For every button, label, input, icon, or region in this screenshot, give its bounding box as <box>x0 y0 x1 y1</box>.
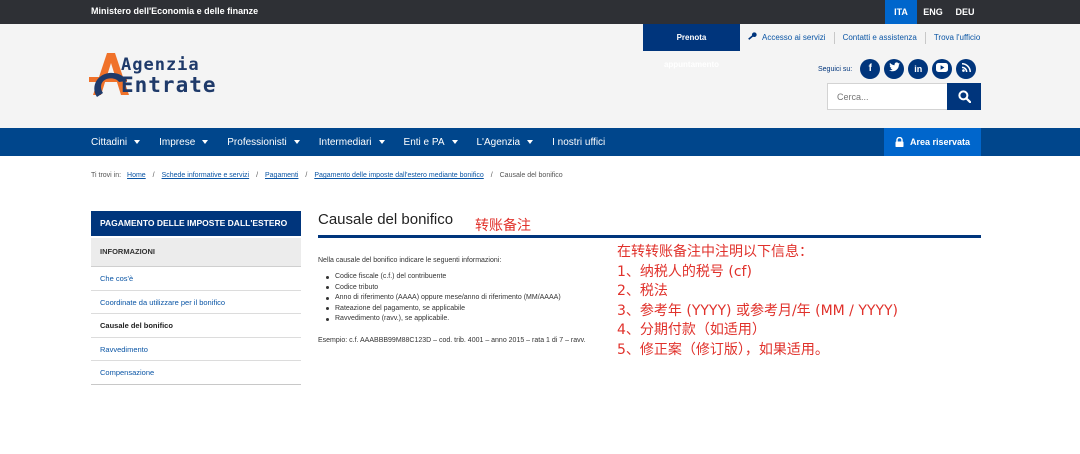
sidebar-title[interactable]: PAGAMENTO DELLE IMPOSTE DALL'ESTERO <box>91 211 301 236</box>
breadcrumb-pagamento-estero-link[interactable]: Pagamento delle imposte dall'estero medi… <box>314 172 483 179</box>
annotation-line: 在转转账备注中注明以下信息： <box>617 244 813 260</box>
chevron-down-icon <box>527 140 534 144</box>
area-riservata-button[interactable]: Area riservata <box>884 128 981 156</box>
language-switcher: ITA ENG DEU <box>885 0 981 24</box>
rss-glyph <box>961 63 971 72</box>
accesso-servizi-link[interactable]: Accesso ai servizi <box>740 24 834 51</box>
social-links: Seguici su: f in <box>818 59 977 79</box>
list-item: Ravvedimento (ravv.), se applicabile. <box>326 314 561 325</box>
nav-label: I nostri uffici <box>552 136 606 148</box>
chevron-down-icon <box>202 140 209 144</box>
annotation-line: 3、参考年 (YYYY) 或参考月/年 (MM / YYYY) <box>617 302 899 319</box>
linkedin-icon[interactable]: in <box>908 59 929 79</box>
social-label: Seguici su: <box>818 65 853 73</box>
logo-line-2: Entrate <box>121 73 217 97</box>
info-list: Codice fiscale (c.f.) del contribuente C… <box>326 272 561 325</box>
breadcrumb-separator: / <box>305 172 308 179</box>
utility-links: Prenota appuntamento Accesso ai servizi … <box>643 24 988 69</box>
search-input[interactable] <box>827 83 947 110</box>
nav-item-imprese[interactable]: Imprese <box>159 136 209 148</box>
area-riservata-label: Area riservata <box>909 137 971 147</box>
contatti-link[interactable]: Contatti e assistenza <box>835 24 925 51</box>
breadcrumb-schede-link[interactable]: Schede informative e servizi <box>162 172 250 179</box>
page-title: Causale del bonifico <box>318 211 454 228</box>
top-bar: Ministero dell'Economia e delle finanze … <box>0 0 1080 24</box>
lang-deu[interactable]: DEU <box>949 0 981 24</box>
chevron-down-icon <box>134 140 141 144</box>
lock-icon <box>895 137 904 147</box>
nav-item-enti-pa[interactable]: Enti e PA <box>404 137 458 148</box>
sidebar-item-ravvedimento[interactable]: Ravvedimento <box>91 338 301 361</box>
sidebar-item-che-cose[interactable]: Che cos'è <box>91 267 301 291</box>
site-header: Agenzia Entrate Prenota appuntamento Acc… <box>0 24 1080 128</box>
chinese-annotation: 在转转账备注中注明以下信息： 1、纳税人的税号 (cf) 2、税法 3、参考年 … <box>617 243 898 361</box>
accesso-servizi-label: Accesso ai servizi <box>762 33 826 42</box>
nav-label: Intermediari <box>318 136 372 148</box>
breadcrumb-home-link[interactable]: Home <box>127 172 146 179</box>
youtube-icon[interactable] <box>932 59 953 79</box>
title-annotation: 转账备注 <box>475 218 531 234</box>
nav-menu: Cittadini Imprese Professionisti Interme… <box>91 128 624 156</box>
annotation-line: 2、税法 <box>617 283 668 300</box>
main-navigation: Cittadini Imprese Professionisti Interme… <box>0 128 1080 156</box>
sidebar-item-compensazione[interactable]: Compensazione <box>91 361 301 385</box>
breadcrumb-separator: / <box>152 172 155 179</box>
facebook-icon[interactable]: f <box>860 59 881 79</box>
list-item: Codice tributo <box>326 283 561 294</box>
key-icon <box>748 32 757 40</box>
chevron-down-icon <box>451 140 458 144</box>
nav-label: Enti e PA <box>403 136 445 148</box>
breadcrumb-separator: / <box>490 172 493 179</box>
logo-line-1: Agenzia <box>121 55 200 75</box>
lang-ita[interactable]: ITA <box>885 0 917 24</box>
annotation-line: 4、分期付款（如适用） <box>617 322 766 339</box>
ministry-label[interactable]: Ministero dell'Economia e delle finanze <box>91 6 258 16</box>
nav-label: Cittadini <box>91 136 128 148</box>
youtube-play-glyph <box>936 63 949 72</box>
twitter-icon[interactable] <box>884 59 905 79</box>
sidebar: PAGAMENTO DELLE IMPOSTE DALL'ESTERO INFO… <box>91 211 301 385</box>
nav-item-agenzia[interactable]: L'Agenzia <box>477 137 534 148</box>
list-item: Anno di riferimento (AAAA) oppure mese/a… <box>326 293 561 304</box>
title-divider <box>318 235 981 238</box>
sidebar-item-causale[interactable]: Causale del bonifico <box>91 314 301 338</box>
trova-ufficio-link[interactable]: Trova l'ufficio <box>926 24 988 51</box>
rss-icon[interactable] <box>956 59 977 79</box>
breadcrumb-pagamenti-link[interactable]: Pagamenti <box>265 172 298 179</box>
breadcrumb-separator: / <box>256 172 259 179</box>
breadcrumb-prefix: Ti trovi in: <box>91 172 122 179</box>
annotation-line: 5、修正案（修订版），如果适用。 <box>617 341 829 358</box>
agenzia-entrate-logo[interactable]: Agenzia Entrate <box>89 51 241 101</box>
example-text: Esempio: c.f. AAABBB99M88C123D – cod. tr… <box>318 337 586 344</box>
nav-item-cittadini[interactable]: Cittadini <box>91 136 141 148</box>
lang-eng[interactable]: ENG <box>917 0 949 24</box>
search-button[interactable] <box>947 83 981 110</box>
nav-item-uffici[interactable]: I nostri uffici <box>552 137 605 148</box>
intro-text: Nella causale del bonifico indicare le s… <box>318 257 502 264</box>
prenota-appuntamento-link[interactable]: Prenota appuntamento <box>643 24 740 69</box>
list-item: Rateazione del pagamento, se applicabile <box>326 304 561 315</box>
twitter-bird-glyph <box>888 62 900 72</box>
annotation-line: 1、纳税人的税号 (cf) <box>617 263 752 280</box>
breadcrumb-current: Causale del bonifico <box>499 172 563 179</box>
search-icon <box>957 90 971 103</box>
nav-label: Professionisti <box>227 136 287 148</box>
chevron-down-icon <box>378 140 385 144</box>
nav-item-intermediari[interactable]: Intermediari <box>319 137 385 148</box>
list-item: Codice fiscale (c.f.) del contribuente <box>326 272 561 283</box>
nav-item-professionisti[interactable]: Professionisti <box>227 136 300 148</box>
nav-label: L'Agenzia <box>476 136 521 148</box>
search-box <box>827 83 981 110</box>
breadcrumb: Ti trovi in: Home / Schede informative e… <box>91 172 563 179</box>
sidebar-section-informazioni: INFORMAZIONI <box>91 238 301 267</box>
sidebar-item-coordinate[interactable]: Coordinate da utilizzare per il bonifico <box>91 291 301 314</box>
chevron-down-icon <box>293 140 300 144</box>
nav-label: Imprese <box>159 136 196 148</box>
